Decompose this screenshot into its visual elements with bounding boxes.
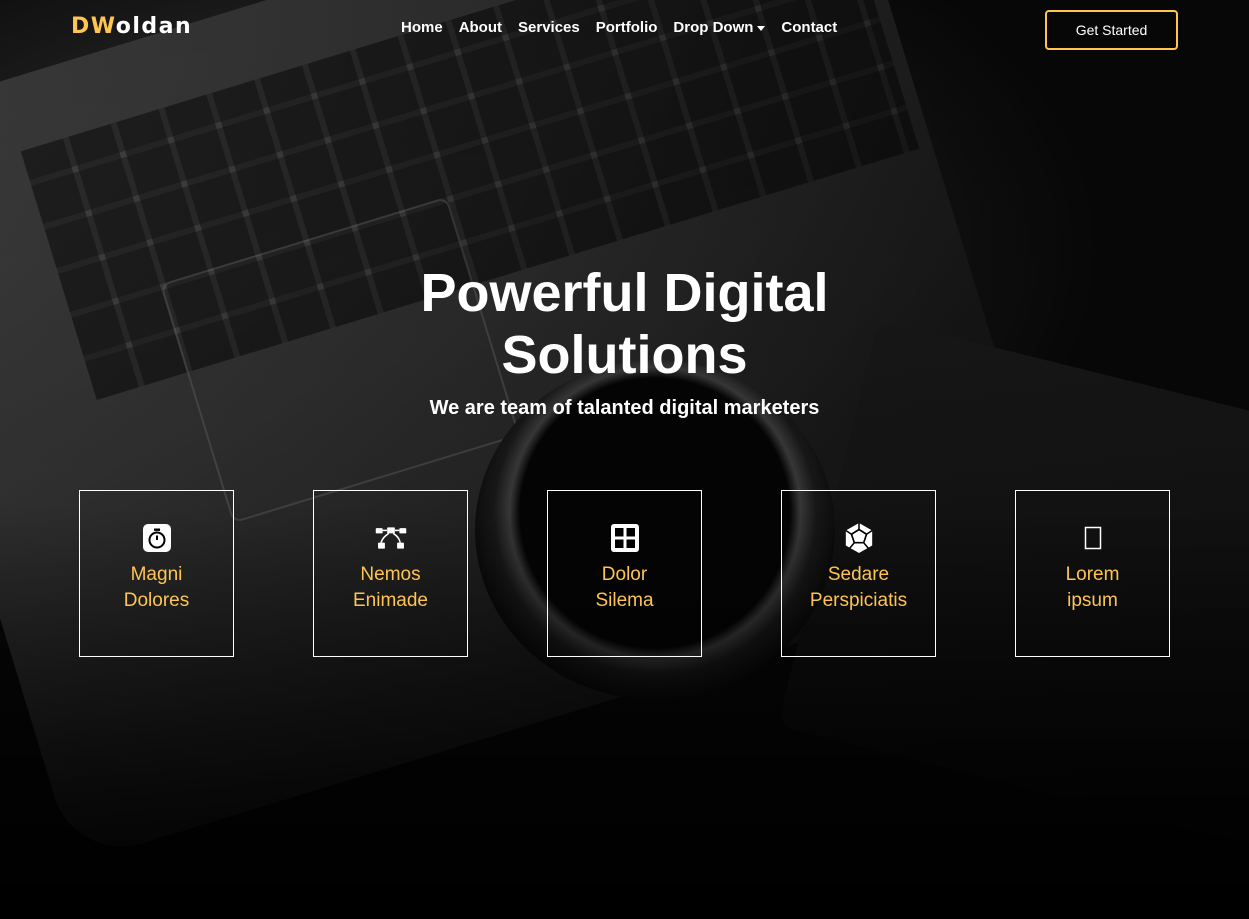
feature-boxes: Magni Dolores Nemos Enimade Dolor Silema…	[79, 490, 1171, 658]
site-logo[interactable]: DWoldan	[71, 14, 192, 39]
feature-label-line2: ipsum	[1067, 590, 1118, 611]
feature-label: Lorem ipsum	[1066, 562, 1120, 614]
feature-box[interactable]: Lorem ipsum	[1015, 490, 1170, 657]
main-nav: Home About Services Portfolio Drop Down …	[401, 19, 837, 36]
nav-dropdown[interactable]: Drop Down	[673, 19, 766, 36]
feature-label-line1: Nemos	[360, 564, 421, 585]
stopwatch-icon	[141, 522, 173, 554]
grid-icon	[609, 522, 641, 554]
feature-label-line2: Silema	[595, 590, 654, 611]
nav-home[interactable]: Home	[401, 19, 443, 36]
dodecahedron-icon	[843, 522, 875, 554]
feature-label-line1: Dolor	[601, 564, 648, 585]
feature-label-line1: Lorem	[1065, 564, 1120, 585]
feature-label-line2: Dolores	[123, 590, 190, 611]
feature-label-line2: Enimade	[353, 590, 428, 611]
hero-title-line1: Powerful Digital	[420, 263, 829, 323]
logo-accent: DW	[71, 14, 116, 39]
caret-down-icon	[757, 25, 766, 31]
background-overlay	[0, 0, 1249, 919]
feature-box[interactable]: Magni Dolores	[79, 490, 234, 657]
feature-label-line2: Perspiciatis	[809, 590, 908, 611]
site-header: DWoldan Home About Services Portfolio Dr…	[0, 0, 1249, 60]
feature-label: Sedare Perspiciatis	[810, 562, 907, 614]
hero-title: Powerful Digital Solutions	[0, 262, 1249, 386]
nav-dropdown-label: Drop Down	[673, 19, 754, 36]
hero-section: DWoldan Home About Services Portfolio Dr…	[0, 0, 1249, 919]
hero-title-line2: Solutions	[501, 325, 748, 385]
feature-box[interactable]: Sedare Perspiciatis	[781, 490, 936, 657]
logo-rest: oldan	[115, 14, 193, 39]
bezier-curve-icon	[375, 522, 407, 554]
feature-box[interactable]: Nemos Enimade	[313, 490, 468, 657]
get-started-button[interactable]: Get Started	[1045, 10, 1178, 50]
hero-subtitle: We are team of talanted digital marketer…	[429, 397, 820, 419]
feature-box[interactable]: Dolor Silema	[547, 490, 702, 657]
feature-label-line1: Magni	[130, 564, 183, 585]
nav-portfolio[interactable]: Portfolio	[596, 19, 658, 36]
feature-label: Nemos Enimade	[353, 562, 428, 614]
missing-glyph-icon	[1077, 522, 1109, 554]
nav-services[interactable]: Services	[518, 19, 580, 36]
feature-label: Dolor Silema	[595, 562, 653, 614]
nav-about[interactable]: About	[459, 19, 502, 36]
feature-label-line1: Sedare	[827, 564, 890, 585]
feature-label: Magni Dolores	[124, 562, 189, 614]
nav-contact[interactable]: Contact	[781, 19, 837, 36]
